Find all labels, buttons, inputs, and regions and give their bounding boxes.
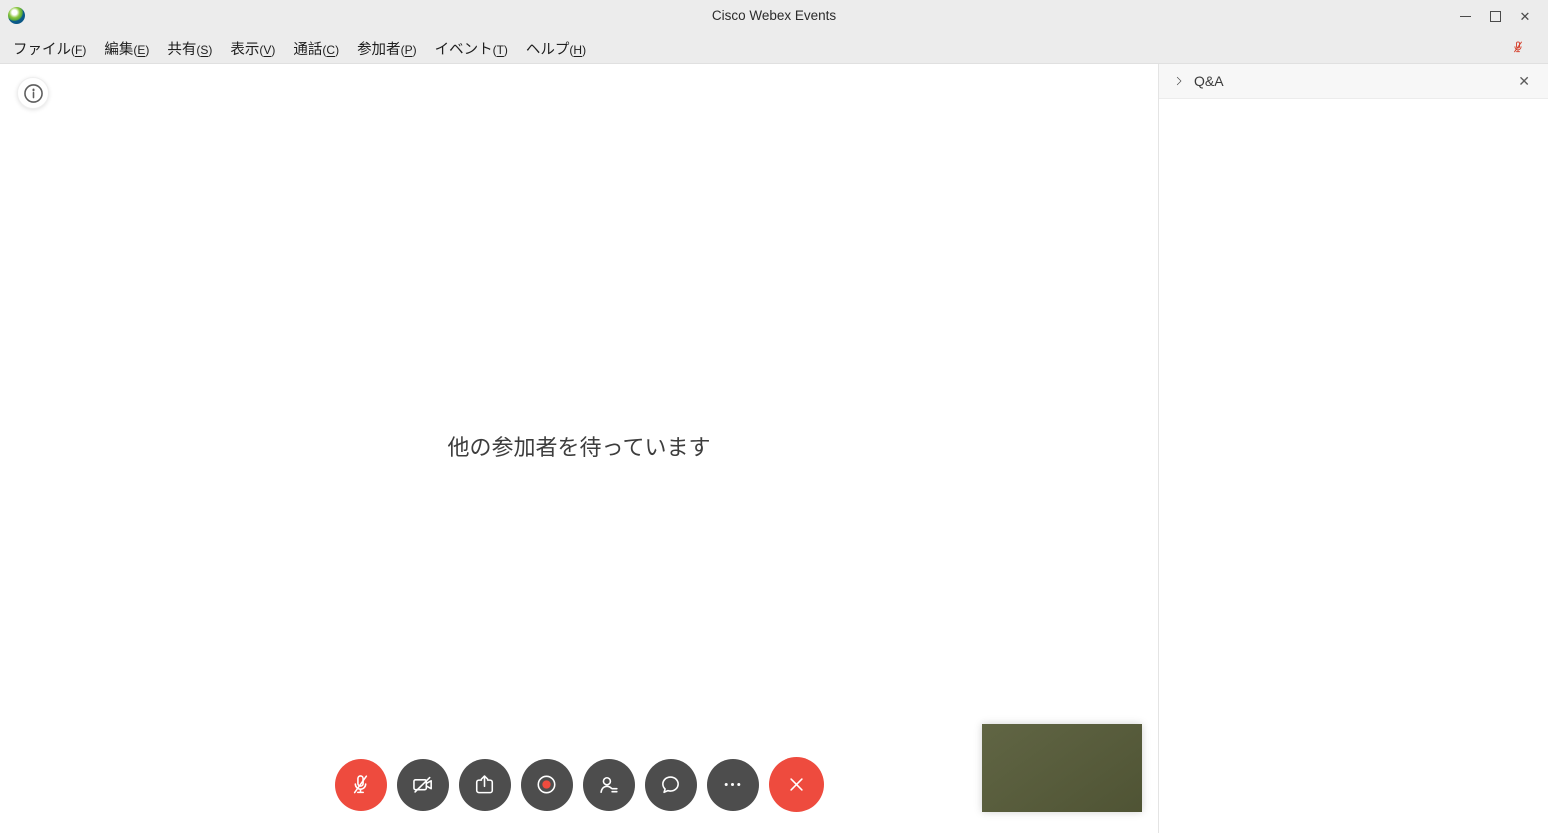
more-options-button[interactable] (707, 759, 759, 811)
menu-item-event[interactable]: イベント(T) (426, 34, 517, 63)
mute-audio-button[interactable] (335, 759, 387, 811)
menu-item-call[interactable]: 通話(C) (284, 34, 348, 63)
mic-muted-icon (347, 771, 374, 798)
chevron-right-icon[interactable] (1173, 75, 1185, 87)
menu-bar-items: ファイル(F)編集(E)共有(S)表示(V)通話(C)参加者(P)イベント(T)… (0, 34, 595, 63)
minimize-icon (1460, 16, 1471, 17)
menu-item-help[interactable]: ヘルプ(H) (517, 34, 595, 63)
minimize-button[interactable] (1450, 0, 1480, 33)
close-x-icon (783, 771, 810, 798)
recorder-button[interactable] (521, 759, 573, 811)
qa-close-button[interactable]: ✕ (1514, 71, 1534, 92)
window-title: Cisco Webex Events (0, 8, 1548, 23)
menu-item-edit[interactable]: 編集(E) (95, 34, 158, 63)
stop-video-button[interactable] (397, 759, 449, 811)
qa-panel: Q&A ✕ (1158, 64, 1548, 833)
window-controls: ✕ (1450, 0, 1540, 33)
share-icon (471, 771, 498, 798)
menu-item-view[interactable]: 表示(V) (221, 34, 284, 63)
mic-muted-status-icon (1510, 38, 1526, 56)
title-bar: Cisco Webex Events ✕ (0, 0, 1548, 33)
chat-icon (657, 771, 684, 798)
menu-item-share[interactable]: 共有(S) (158, 34, 221, 63)
self-video-thumbnail (982, 724, 1142, 812)
close-icon: ✕ (1520, 10, 1531, 23)
chat-button[interactable] (645, 759, 697, 811)
webex-events-window: Cisco Webex Events ✕ ファイル(F)編集(E)共有(S)表示… (0, 0, 1548, 833)
participants-icon (595, 771, 622, 798)
menu-item-participant[interactable]: 参加者(P) (348, 34, 426, 63)
menu-bar: ファイル(F)編集(E)共有(S)表示(V)通話(C)参加者(P)イベント(T)… (0, 33, 1548, 64)
leave-event-button[interactable] (769, 757, 824, 812)
camera-off-icon (409, 771, 436, 798)
menu-item-file[interactable]: ファイル(F) (4, 34, 95, 63)
share-content-button[interactable] (459, 759, 511, 811)
maximize-icon (1490, 11, 1501, 22)
meeting-stage: 他の参加者を待っています (0, 64, 1158, 833)
meeting-info-button[interactable] (17, 77, 49, 109)
maximize-button[interactable] (1480, 0, 1510, 33)
qa-panel-title: Q&A (1194, 73, 1224, 89)
record-icon (533, 771, 560, 798)
qa-panel-body (1159, 99, 1548, 833)
content-area: 他の参加者を待っています Q&A ✕ (0, 64, 1548, 833)
participants-button[interactable] (583, 759, 635, 811)
qa-panel-header: Q&A ✕ (1159, 64, 1548, 99)
waiting-message: 他の参加者を待っています (448, 430, 711, 462)
close-button[interactable]: ✕ (1510, 0, 1540, 33)
ellipsis-icon (719, 771, 746, 798)
info-icon (20, 80, 47, 107)
